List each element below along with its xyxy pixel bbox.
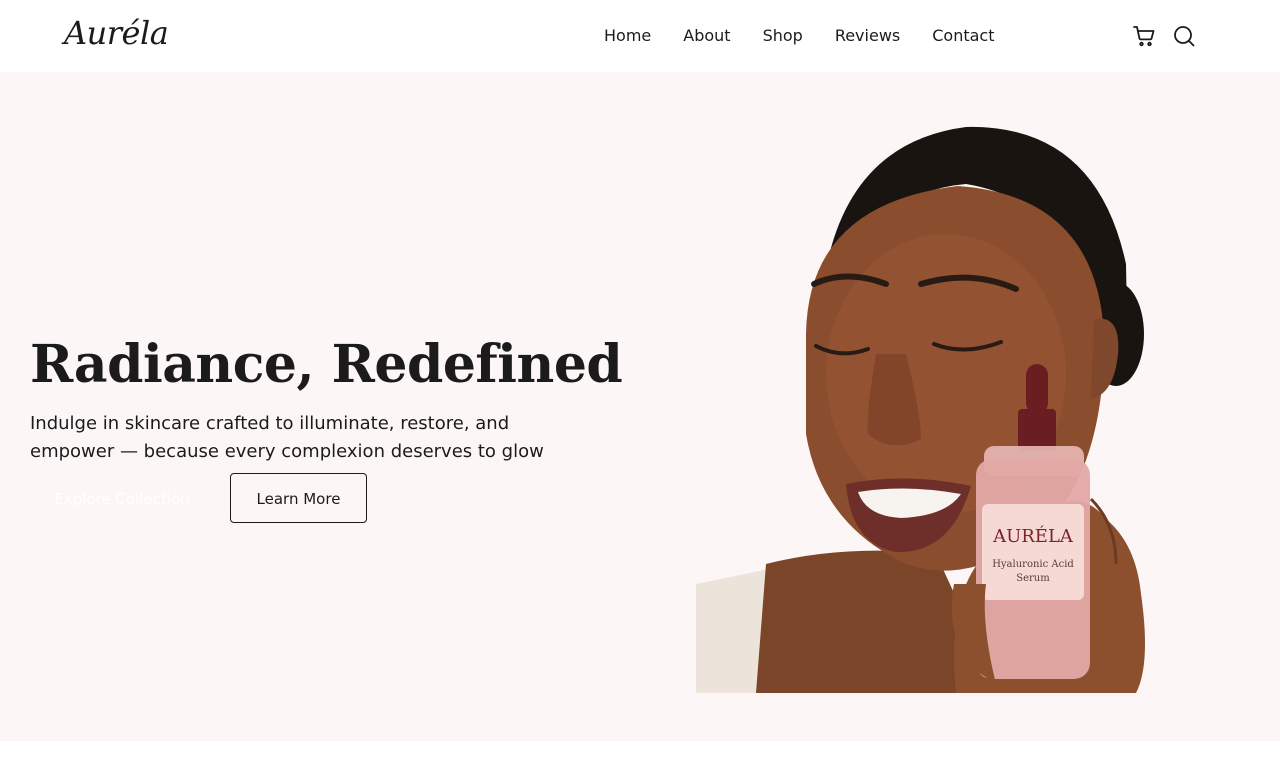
hero-model-image: AURÉLA Hyaluronic Acid Serum xyxy=(696,126,1145,693)
nav-shop[interactable]: Shop xyxy=(763,24,803,48)
nav-reviews[interactable]: Reviews xyxy=(835,24,900,48)
brand-logo[interactable]: Auréla xyxy=(64,14,169,52)
nav-contact[interactable]: Contact xyxy=(932,24,994,48)
cart-icon[interactable] xyxy=(1132,24,1156,48)
hero-subtitle: Indulge in skincare crafted to illuminat… xyxy=(30,413,544,462)
nav-about[interactable]: About xyxy=(683,24,730,48)
bottle-brand-text: AURÉLA xyxy=(992,524,1074,547)
learn-more-button[interactable]: Learn More xyxy=(230,473,367,523)
hero-title: Radiance, Redefined xyxy=(30,333,623,395)
search-icon[interactable] xyxy=(1172,24,1196,48)
main-nav: Home About Shop Reviews Contact xyxy=(604,24,994,48)
hero-section: Radiance, Redefined Indulge in skincare … xyxy=(0,72,1280,741)
explore-collection-button[interactable]: Explore Collection xyxy=(30,473,214,523)
bottle-product-line1: Hyaluronic Acid xyxy=(992,559,1074,570)
nav-home[interactable]: Home xyxy=(604,24,651,48)
bottle-product-line2: Serum xyxy=(1016,573,1050,584)
header-icons xyxy=(1132,24,1196,48)
site-header: Auréla Home About Shop Reviews Contact xyxy=(0,0,1280,72)
